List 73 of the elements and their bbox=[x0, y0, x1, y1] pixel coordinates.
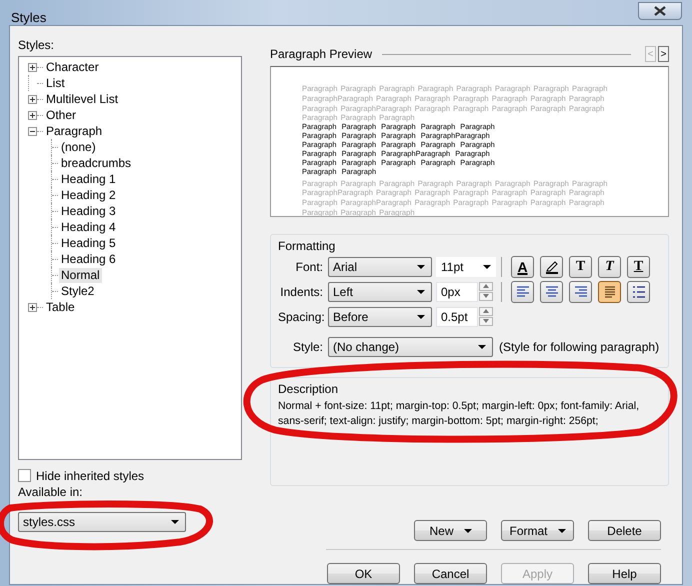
expand-button[interactable] bbox=[28, 94, 37, 104]
checkbox[interactable] bbox=[18, 469, 31, 482]
styles-label: Styles: bbox=[18, 38, 56, 53]
spin-buttons[interactable] bbox=[479, 282, 493, 302]
spin-buttons[interactable] bbox=[479, 306, 493, 326]
tree-item[interactable]: Heading 6 bbox=[59, 252, 118, 266]
tree-item[interactable]: Multilevel List bbox=[44, 92, 120, 106]
align-center-button[interactable] bbox=[540, 280, 563, 302]
next-style-dropdown[interactable]: (No change) bbox=[328, 336, 493, 356]
group-title: Description bbox=[278, 382, 340, 397]
expand-button[interactable] bbox=[28, 62, 37, 72]
expand-icon bbox=[29, 304, 36, 310]
align-right-button[interactable] bbox=[569, 280, 592, 302]
window-title: Styles bbox=[11, 10, 46, 25]
font-dropdown[interactable]: Arial bbox=[328, 256, 432, 276]
available-in-dropdown[interactable]: styles.css bbox=[18, 512, 186, 532]
bold-button[interactable]: T bbox=[569, 256, 592, 278]
indents-dropdown[interactable]: Left bbox=[328, 282, 432, 302]
tree-item[interactable]: Normal bbox=[59, 268, 102, 282]
size-dropdown[interactable]: 11pt bbox=[436, 256, 496, 276]
tree-item[interactable]: List bbox=[44, 76, 67, 90]
expand-button[interactable] bbox=[28, 302, 37, 312]
align-left-icon bbox=[514, 284, 530, 300]
field-label: Spacing: bbox=[278, 310, 323, 324]
field-label: Font: bbox=[294, 260, 323, 274]
dialog-button[interactable]: Help bbox=[588, 563, 661, 584]
close-icon bbox=[654, 6, 666, 16]
checkbox-label: Hide inherited styles bbox=[36, 468, 144, 482]
highlight-button[interactable] bbox=[540, 256, 563, 278]
tree-item[interactable]: Paragraph bbox=[44, 124, 104, 138]
style-action-button[interactable]: Format bbox=[501, 520, 574, 541]
justify-button[interactable] bbox=[598, 280, 621, 302]
spacing-field[interactable]: 0.5pt bbox=[436, 306, 478, 326]
tree-item[interactable]: (none) bbox=[59, 140, 98, 154]
close-button[interactable] bbox=[638, 2, 682, 20]
underline-button[interactable]: T bbox=[627, 256, 650, 278]
tree-item[interactable]: Table bbox=[44, 300, 77, 314]
field-label: Indents: bbox=[279, 284, 323, 298]
tree-item[interactable]: Heading 3 bbox=[59, 204, 118, 218]
available-in-label: Available in: bbox=[18, 485, 84, 499]
bullet-list-button[interactable] bbox=[627, 280, 650, 302]
align-left-button[interactable] bbox=[511, 280, 534, 302]
field-label: Style: bbox=[292, 340, 323, 354]
collapse-button[interactable] bbox=[28, 126, 37, 136]
tree-item[interactable]: Heading 4 bbox=[59, 220, 118, 234]
style-action-button[interactable]: Delete bbox=[588, 520, 661, 541]
expand-icon bbox=[29, 64, 36, 70]
indent-field[interactable]: 0px bbox=[436, 282, 478, 302]
tree-item[interactable]: breadcrumbs bbox=[59, 156, 134, 170]
hint-text: (Style for following paragraph) bbox=[499, 340, 660, 354]
dialog-button[interactable]: OK bbox=[327, 563, 400, 584]
italic-button[interactable]: T bbox=[598, 256, 621, 278]
bullet-list-icon bbox=[630, 284, 646, 300]
spacing-dropdown[interactable]: Before bbox=[328, 306, 432, 326]
align-center-icon bbox=[544, 284, 560, 300]
expand-button[interactable] bbox=[28, 110, 37, 120]
group-title: Formatting bbox=[278, 239, 336, 254]
expand-icon bbox=[29, 96, 36, 102]
font-color-button[interactable]: A bbox=[511, 256, 534, 278]
dialog-button[interactable]: Cancel bbox=[414, 563, 487, 584]
description-text: Normal + font-size: 11pt; margin-top: 0.5pt; margin-left: 0px; font-family: Arial, sans-serif; text-align: justify; margin-bottom: 5pt; margin-right: 256pt; bbox=[278, 399, 640, 429]
tree-item[interactable]: Heading 1 bbox=[59, 172, 118, 186]
expand-icon bbox=[29, 112, 36, 118]
tree-item[interactable]: Heading 5 bbox=[59, 236, 118, 250]
style-action-button[interactable]: New bbox=[414, 520, 487, 541]
tree-item[interactable]: Style2 bbox=[59, 284, 96, 298]
next-button[interactable]: > bbox=[658, 46, 669, 62]
preview-title: Paragraph Preview bbox=[270, 47, 372, 61]
highlighter-icon bbox=[544, 258, 560, 274]
tree-item[interactable]: Other bbox=[44, 108, 78, 122]
tree-item[interactable]: Heading 2 bbox=[59, 188, 118, 202]
tree-item[interactable]: Character bbox=[44, 60, 101, 74]
align-right-icon bbox=[572, 284, 588, 300]
